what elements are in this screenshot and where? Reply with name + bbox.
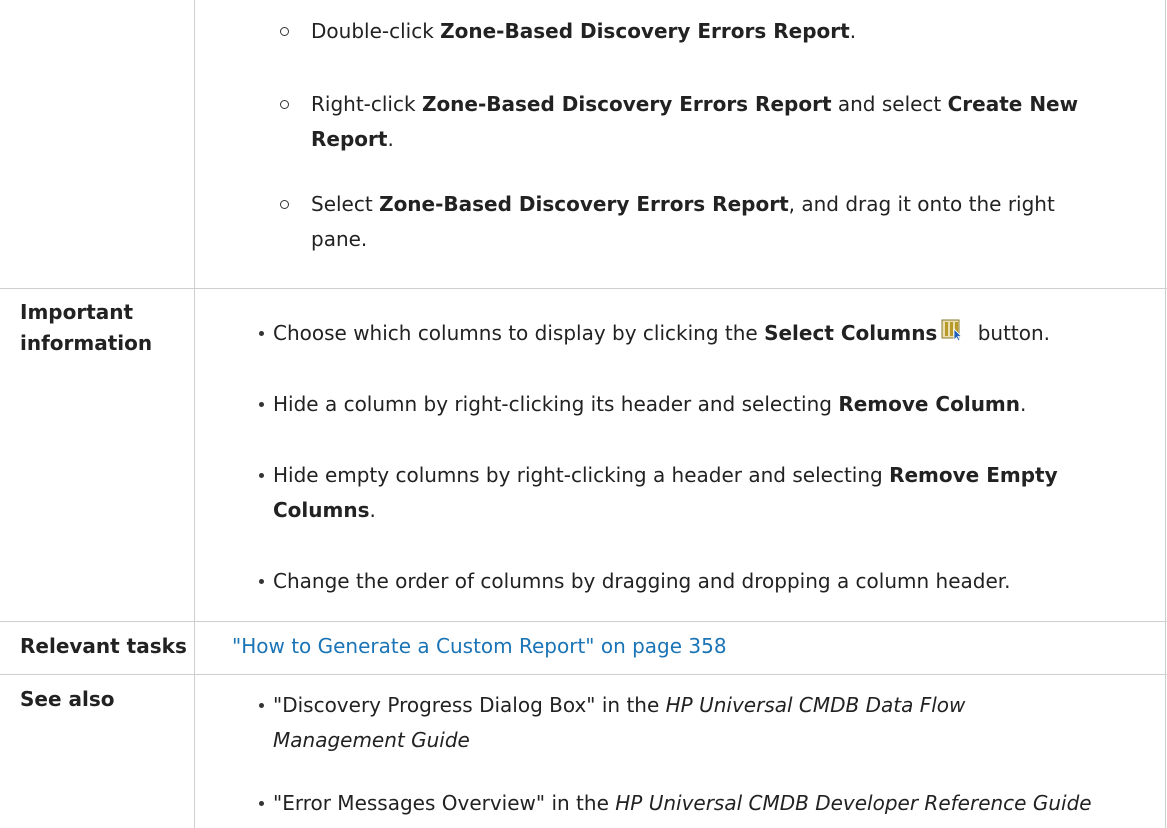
row-divider [0, 621, 1167, 622]
bullet-icon [259, 703, 264, 708]
bullet-icon [259, 473, 264, 478]
important-item-continued: Columns. [273, 498, 376, 522]
see-also-item: "Discovery Progress Dialog Box" in the H… [273, 693, 966, 717]
important-item: Choose which columns to display by click… [273, 316, 1050, 351]
hollow-bullet-icon [280, 27, 289, 36]
hollow-bullet-icon [280, 100, 289, 109]
bullet-icon [259, 331, 264, 336]
table-right-border [1165, 0, 1166, 828]
row-divider [0, 674, 1167, 675]
step-item: Double-click Zone-Based Discovery Errors… [311, 19, 857, 43]
bullet-icon [259, 402, 264, 407]
step-item-continued: pane. [311, 227, 368, 251]
row-label-important: Important information [20, 300, 153, 355]
important-item: Hide empty columns by right-clicking a h… [273, 463, 1058, 487]
row-label-relevant-tasks: Relevant tasks [20, 634, 187, 658]
row-divider [0, 288, 1167, 289]
select-columns-icon [941, 318, 965, 342]
step-item-continued: Report. [311, 127, 394, 151]
column-divider [194, 0, 195, 828]
custom-report-link[interactable]: "How to Generate a Custom Report" on pag… [232, 631, 727, 662]
see-also-item-continued: Management Guide [273, 728, 470, 752]
hollow-bullet-icon [280, 200, 289, 209]
important-item: Change the order of columns by dragging … [273, 569, 1011, 593]
row-label-see-also: See also [20, 687, 115, 711]
important-item: Hide a column by right-clicking its head… [273, 392, 1027, 416]
see-also-item: "Error Messages Overview" in the HP Univ… [273, 791, 1092, 815]
step-item: Select Zone-Based Discovery Errors Repor… [311, 192, 1055, 216]
bullet-icon [259, 801, 264, 806]
info-table: Double-click Zone-Based Discovery Errors… [0, 0, 1167, 828]
bullet-icon [259, 579, 264, 584]
step-item: Right-click Zone-Based Discovery Errors … [311, 92, 1079, 116]
